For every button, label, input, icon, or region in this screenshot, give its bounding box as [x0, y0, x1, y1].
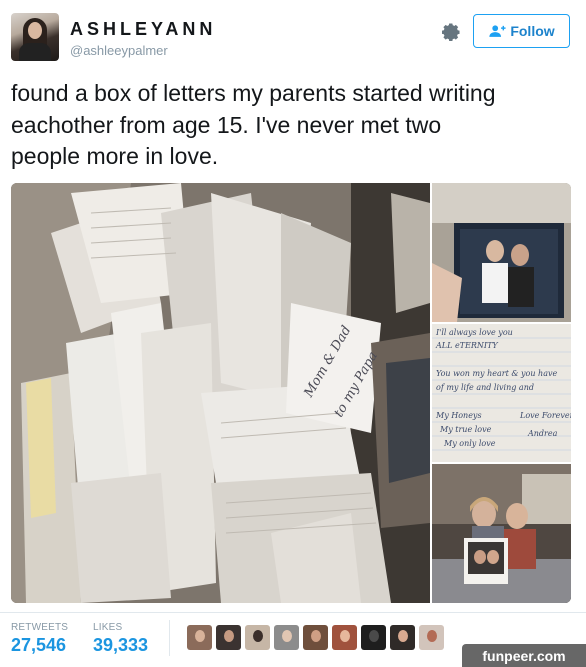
liker-avatar[interactable]: [216, 625, 241, 650]
tweet-text-line: found a box of letters my parents starte…: [11, 80, 496, 106]
couple-holding-illustration: [432, 464, 571, 603]
photo-couple-holding-picture[interactable]: [432, 464, 571, 603]
retweets-count[interactable]: 27,546: [11, 635, 66, 656]
watermark: funpeer.com: [462, 644, 586, 667]
liker-avatar[interactable]: [390, 625, 415, 650]
note-line: My only love: [443, 439, 496, 448]
photo-box-of-letters[interactable]: Mom & Dad to my Papa: [11, 183, 430, 603]
letters-illustration: Mom & Dad to my Papa: [11, 183, 430, 603]
photo-handwritten-note[interactable]: I'll always love you ALL eTERNITY You wo…: [432, 324, 571, 462]
liker-avatar[interactable]: [187, 625, 212, 650]
liker-avatars: [187, 625, 444, 650]
note-line: My true love: [439, 425, 492, 434]
stats-separator: [169, 620, 170, 656]
note-line: Love Forever: [519, 411, 571, 420]
avatar-body: [19, 43, 51, 61]
gear-icon[interactable]: [440, 21, 462, 43]
tweet-text: found a box of letters my parents starte…: [11, 78, 581, 173]
avatar[interactable]: [11, 13, 59, 61]
likes-count[interactable]: 39,333: [93, 635, 148, 656]
note-line: My Honeys: [435, 411, 482, 420]
photo-couple-prom[interactable]: [432, 183, 571, 322]
liker-avatar-face: [398, 630, 408, 642]
note-line: Andrea: [527, 429, 558, 438]
note-line: ALL eTERNITY: [435, 341, 498, 350]
liker-avatar[interactable]: [361, 625, 386, 650]
note-line: I'll always love you: [435, 328, 513, 337]
liker-avatar-face: [340, 630, 350, 642]
avatar-face: [28, 22, 42, 39]
liker-avatar-face: [311, 630, 321, 642]
liker-avatar[interactable]: [332, 625, 357, 650]
note-line: of my life and living and: [436, 383, 534, 392]
tweet-text-line: people more in love.: [11, 143, 219, 169]
stats-divider: [0, 612, 586, 613]
follow-label: Follow: [510, 23, 555, 39]
liker-avatar-face: [282, 630, 292, 642]
liker-avatar[interactable]: [274, 625, 299, 650]
tweet-text-line: eachother from age 15. I've never met tw…: [11, 111, 442, 138]
liker-avatar-face: [253, 630, 263, 642]
liker-avatar[interactable]: [419, 625, 444, 650]
liker-avatar-face: [427, 630, 437, 642]
add-user-icon: [489, 25, 506, 37]
liker-avatar[interactable]: [245, 625, 270, 650]
likes-label[interactable]: LIKES: [93, 622, 122, 633]
display-name[interactable]: ASHLEYANN: [70, 19, 216, 40]
retweets-label[interactable]: RETWEETS: [11, 622, 68, 633]
handwritten-note-illustration: I'll always love you ALL eTERNITY You wo…: [432, 324, 571, 462]
follow-button[interactable]: Follow: [473, 14, 570, 48]
liker-avatar-face: [195, 630, 205, 642]
note-line: You won my heart & you have: [436, 369, 557, 378]
media-grid: Mom & Dad to my Papa I'll always love yo…: [11, 183, 571, 603]
user-handle[interactable]: @ashleeypalmer: [70, 43, 168, 58]
liker-avatar[interactable]: [303, 625, 328, 650]
couple-photo-illustration: [432, 183, 571, 322]
liker-avatar-face: [369, 630, 379, 642]
liker-avatar-face: [224, 630, 234, 642]
